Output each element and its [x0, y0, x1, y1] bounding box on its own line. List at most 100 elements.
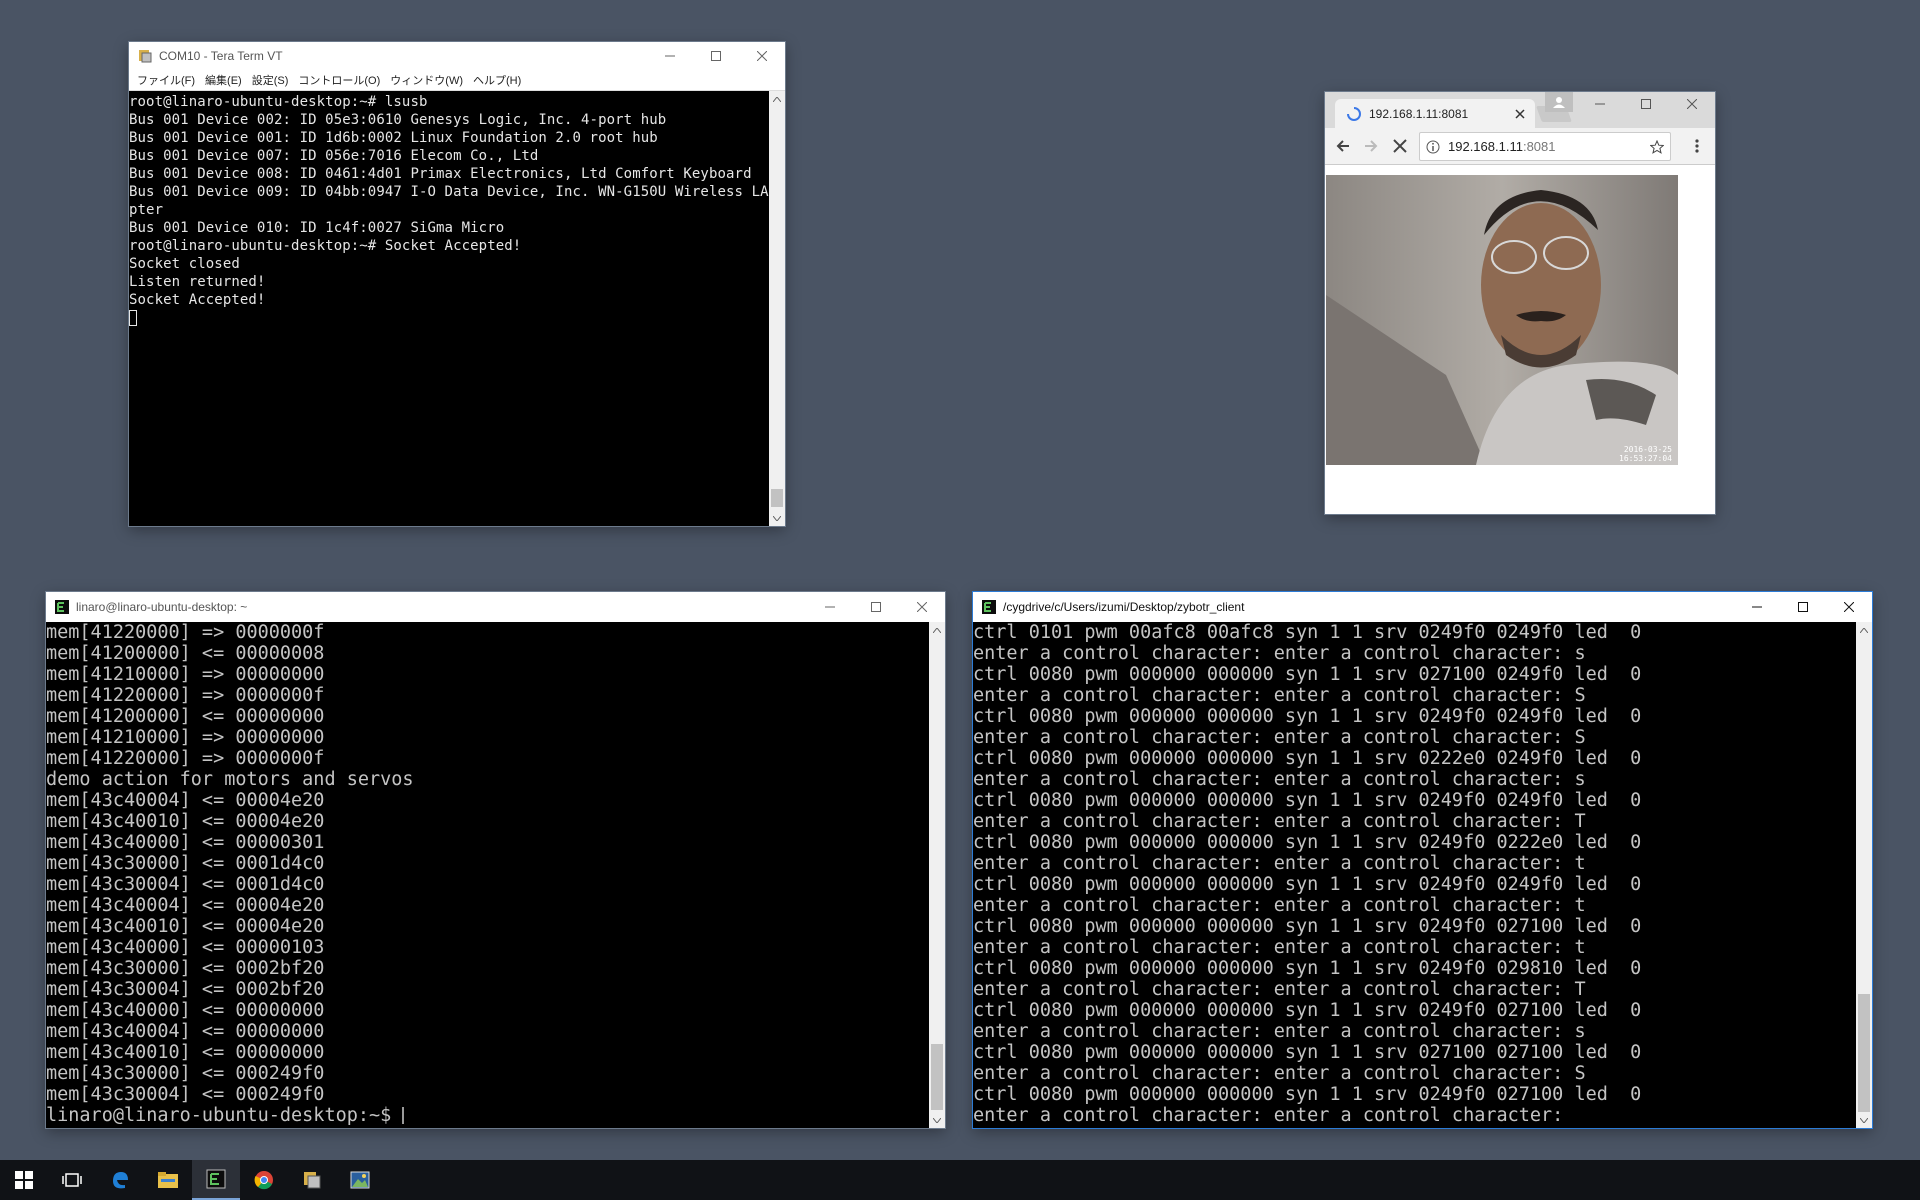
chevron-down-icon [1860, 1117, 1868, 1123]
bookmark-star-icon[interactable] [1650, 139, 1664, 154]
taskbar-file-explorer[interactable] [144, 1160, 192, 1200]
terminal-line: Socket closed [129, 256, 240, 272]
menu-edit[interactable]: 編集(E) [203, 72, 244, 88]
timestamp-time: 16:53:27:04 [1619, 454, 1672, 463]
browser-window[interactable]: 192.168.1.11:8081 192.168.1.11:8081 201… [1325, 92, 1715, 514]
linaro-titlebar[interactable]: linaro@linaro-ubuntu-desktop: ~ [46, 592, 945, 622]
maximize-button[interactable] [853, 593, 899, 621]
taskbar-teraterm[interactable] [288, 1160, 336, 1200]
vertical-scrollbar[interactable] [1856, 622, 1872, 1128]
vertical-scrollbar[interactable] [929, 622, 945, 1128]
taskbar-photos[interactable] [336, 1160, 384, 1200]
terminal-line: enter a control character: enter a contr… [973, 1063, 1586, 1084]
close-icon [917, 602, 927, 612]
terminal-line: mem[41200000] <= 00000000 [46, 706, 325, 727]
tab-close-icon[interactable] [1515, 108, 1525, 119]
taskbar-edge[interactable] [96, 1160, 144, 1200]
terminal-screen[interactable]: ctrl 0101 pwm 00afc8 00afc8 syn 1 1 srv … [973, 622, 1872, 1128]
menu-setup[interactable]: 設定(S) [250, 72, 291, 88]
terminal-line: mem[43c30000] <= 0001d4c0 [46, 853, 325, 874]
terminal-line: Socket Accepted! [129, 292, 266, 308]
browser-tab[interactable]: 192.168.1.11:8081 [1335, 99, 1535, 128]
scrollbar-thumb[interactable] [1858, 994, 1870, 1112]
browser-toolbar: 192.168.1.11:8081 [1325, 128, 1715, 165]
url-port: :8081 [1522, 139, 1556, 154]
terminal-line: ctrl 0080 pwm 000000 000000 syn 1 1 srv … [973, 1000, 1642, 1021]
menu-control[interactable]: コントロール(O) [296, 72, 382, 88]
terminal-screen[interactable]: mem[41220000] => 0000000f mem[41200000] … [46, 622, 945, 1128]
terminal-line: mem[43c40000] <= 00000301 [46, 832, 325, 853]
menu-window[interactable]: ウィンドウ(W) [388, 72, 465, 88]
scroll-down-button[interactable] [929, 1112, 945, 1128]
chevron-down-icon [773, 515, 781, 521]
scroll-up-button[interactable] [769, 91, 785, 107]
close-button[interactable] [1826, 593, 1872, 621]
scroll-up-button[interactable] [929, 622, 945, 638]
terminal-line: demo action for motors and servos [46, 769, 414, 790]
menu-file[interactable]: ファイル(F) [135, 72, 197, 88]
menu-kebab-icon[interactable] [1695, 139, 1699, 153]
file-explorer-icon [158, 1172, 178, 1188]
minimize-button[interactable] [1577, 92, 1623, 116]
minimize-button[interactable] [807, 593, 853, 621]
teraterm-window[interactable]: COM10 - Tera Term VT ファイル(F) 編集(E) 設定(S)… [129, 42, 785, 526]
terminal-line: mem[43c40010] <= 00004e20 [46, 916, 325, 937]
close-icon [1844, 602, 1854, 612]
chevron-down-icon [933, 1117, 941, 1123]
start-button[interactable] [0, 1160, 48, 1200]
taskbar-cygwin-terminal[interactable] [192, 1160, 240, 1200]
close-button[interactable] [899, 593, 945, 621]
scrollbar-thumb[interactable] [771, 489, 783, 507]
terminal-line: ctrl 0080 pwm 000000 000000 syn 1 1 srv … [973, 1042, 1642, 1063]
info-icon[interactable] [1426, 140, 1440, 154]
taskbar-chrome[interactable] [240, 1160, 288, 1200]
minimize-button[interactable] [1734, 593, 1780, 621]
maximize-icon [711, 51, 721, 61]
window-title: /cygdrive/c/Users/izumi/Desktop/zybotr_c… [1003, 600, 1245, 614]
terminal-line: ctrl 0080 pwm 000000 000000 syn 1 1 srv … [973, 790, 1642, 811]
linaro-terminal-window[interactable]: linaro@linaro-ubuntu-desktop: ~ mem[4122… [46, 592, 945, 1128]
maximize-button[interactable] [1623, 92, 1669, 116]
terminal-line: Bus 001 Device 002: ID 05e3:0610 Genesys… [129, 112, 667, 128]
scroll-up-button[interactable] [1856, 622, 1872, 638]
terminal-line: mem[41210000] => 00000000 [46, 664, 325, 685]
webcam-stream-image: 2016-03-25 16:53:27:04 [1326, 175, 1678, 465]
menu-help[interactable]: ヘルプ(H) [471, 72, 523, 88]
scroll-down-button[interactable] [1856, 1112, 1872, 1128]
vertical-scrollbar[interactable] [769, 91, 785, 526]
terminal-line: enter a control character: enter a contr… [973, 1105, 1575, 1126]
terminal-app-icon [55, 600, 69, 614]
terminal-line: mem[41220000] => 0000000f [46, 748, 325, 769]
terminal-line: ctrl 0080 pwm 000000 000000 syn 1 1 srv … [973, 916, 1642, 937]
profile-button[interactable] [1545, 92, 1573, 112]
task-view-button[interactable] [48, 1160, 96, 1200]
cygwin-titlebar[interactable]: /cygdrive/c/Users/izumi/Desktop/zybotr_c… [973, 592, 1872, 622]
terminal-line: pter [129, 202, 164, 218]
cygwin-terminal-window[interactable]: /cygdrive/c/Users/izumi/Desktop/zybotr_c… [973, 592, 1872, 1128]
terminal-line: ctrl 0080 pwm 000000 000000 syn 1 1 srv … [973, 874, 1642, 895]
minimize-icon [665, 55, 675, 57]
close-button[interactable] [739, 42, 785, 70]
close-button[interactable] [1669, 92, 1715, 116]
back-arrow-icon[interactable] [1335, 138, 1351, 154]
timestamp-overlay: 2016-03-25 16:53:27:04 [1619, 445, 1672, 463]
scrollbar-thumb[interactable] [931, 1044, 943, 1110]
teraterm-titlebar[interactable]: COM10 - Tera Term VT [129, 42, 785, 70]
maximize-button[interactable] [693, 42, 739, 70]
terminal-line: mem[43c30004] <= 0002bf20 [46, 979, 325, 1000]
stop-loading-icon[interactable] [1393, 139, 1407, 153]
terminal-line: mem[43c30004] <= 0001d4c0 [46, 874, 325, 895]
forward-arrow-icon[interactable] [1363, 138, 1379, 154]
address-bar[interactable]: 192.168.1.11:8081 [1419, 132, 1671, 161]
maximize-button[interactable] [1780, 593, 1826, 621]
terminal-line: mem[41200000] <= 00000008 [46, 643, 325, 664]
terminal-line: enter a control character: enter a contr… [973, 643, 1586, 664]
cygwin-terminal-icon [206, 1169, 226, 1189]
terminal-screen[interactable]: root@linaro-ubuntu-desktop:~# lsusb Bus … [129, 91, 785, 526]
minimize-icon [1752, 606, 1762, 608]
terminal-line: mem[43c40000] <= 00000000 [46, 1000, 325, 1021]
minimize-button[interactable] [647, 42, 693, 70]
task-view-icon [62, 1173, 82, 1187]
scroll-down-button[interactable] [769, 510, 785, 526]
terminal-line: mem[43c30000] <= 000249f0 [46, 1063, 325, 1084]
